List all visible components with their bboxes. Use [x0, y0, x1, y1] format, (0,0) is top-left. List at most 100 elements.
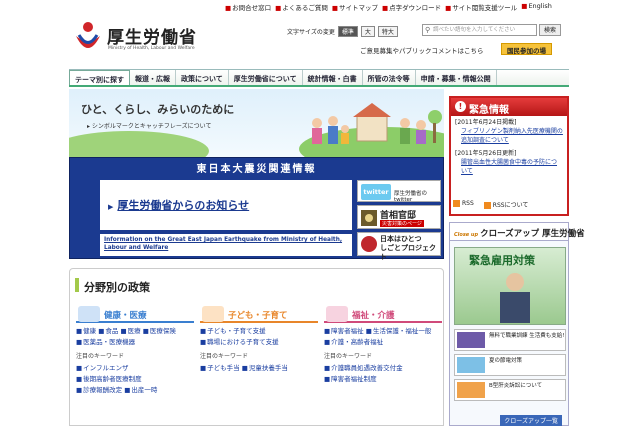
children-icon — [202, 306, 224, 322]
keyword-link[interactable]: ■診療報酬改定 — [76, 386, 122, 394]
search-button[interactable]: 検索 — [539, 24, 562, 36]
policy-column-title[interactable]: 子ども・子育て — [200, 305, 318, 323]
top-link[interactable]: ■お問合せ窓口 — [225, 2, 271, 12]
top-link[interactable]: ■サイト閲覧支援ツール — [445, 2, 517, 12]
policy-link[interactable]: ■医薬品・医療機器 — [76, 338, 135, 346]
nihon-logo-icon — [361, 236, 377, 252]
policy-column-health: 健康・医療 ■健康 ■食品 ■医療 ■医療保険 ■医薬品・医療機器 注目のキーワ… — [76, 305, 194, 396]
hero-banner: ひと、くらし、みらいのために ▸ シンボルマークとキャッチフレーズについて — [69, 89, 444, 157]
twitter-banner[interactable]: twitter 厚生労働省のtwitter — [357, 180, 441, 203]
closeup-item-training[interactable]: 無料で職業訓練 生活費も支給! — [454, 329, 566, 351]
nav-tab-statistics[interactable]: 統計情報・白書 — [303, 70, 363, 85]
keyword-link[interactable]: ■児童扶養手当 — [242, 364, 288, 372]
health-icon — [78, 306, 100, 322]
logo-subtitle: Ministry of Health, Labour and Welfare — [108, 46, 195, 51]
policy-link[interactable]: ■健康 — [76, 327, 96, 335]
emergency-info-panel: ! 緊急情報 [2011年6月24日掲載] フィブリノゲン製剤納入先医療機関の追… — [449, 96, 569, 216]
policy-title: 分野別の政策 — [84, 281, 150, 294]
hero-tagline: ひと、くらし、みらいのために — [81, 103, 235, 116]
font-size-large[interactable]: 大 — [360, 26, 375, 37]
policy-link[interactable]: ■食品 — [98, 327, 118, 335]
nav-tab-about[interactable]: 厚生労働省について — [229, 70, 303, 85]
logo-title: 厚生労働省 — [107, 28, 197, 48]
policy-link[interactable]: ■子ども・子育て支援 — [200, 327, 266, 335]
power-saving-thumbnail-icon — [457, 357, 485, 373]
closeup-title: Close up クローズアップ 厚生労働省 — [450, 223, 585, 241]
nav-tab-theme[interactable]: テーマ別に探す — [69, 70, 130, 85]
closeup-item-power[interactable]: 夏の節電対策 — [454, 354, 566, 376]
employment-banner[interactable]: 緊急雇用対策 — [454, 247, 566, 325]
keyword-label: 注目のキーワード — [324, 353, 373, 360]
top-links: ■お問合せ窓口 ■よくあるご質問 ■サイトマップ ■点字ダウンロード ■サイト閲… — [225, 2, 552, 12]
worker-photo-icon — [500, 273, 530, 323]
arrow-right-icon: ▶ — [108, 203, 114, 211]
closeup-more-button[interactable]: クローズアップ一覧 — [500, 415, 562, 426]
policy-link[interactable]: ■職場における子育て支援 — [200, 338, 279, 346]
top-link-english[interactable]: ■English — [521, 2, 552, 12]
emergency-link[interactable]: 腸管出血性大腸菌食中毒の予防について — [455, 158, 563, 176]
font-size-control: 文字サイズの変更 標準 大 特大 — [287, 26, 398, 37]
emergency-item: [2011年5月26日更新] 腸管出血性大腸菌食中毒の予防について — [451, 147, 567, 178]
ministry-notice-link[interactable]: ▶ 厚生労働省からのお知らせ — [100, 180, 352, 230]
main-nav: テーマ別に探す 報道・広報 政策について 厚生労働省について 統計情報・白書 所… — [69, 69, 569, 87]
top-link[interactable]: ■サイトマップ — [332, 2, 378, 12]
keyword-link[interactable]: ■インフルエンザ — [76, 364, 128, 372]
policy-column-title[interactable]: 福祉・介護 — [324, 305, 442, 323]
rss-link[interactable]: RSS — [453, 200, 474, 209]
kantei-emblem-icon — [361, 210, 377, 226]
family-illustration-icon — [312, 103, 442, 144]
participate-button[interactable]: 国民参加の場 — [501, 43, 552, 55]
closeup-panel: Close up クローズアップ 厚生労働省 緊急雇用対策 無料で職業訓練 生活費… — [449, 222, 585, 426]
keyword-link[interactable]: ■障害者福祉制度 — [324, 375, 377, 383]
disaster-title: 東日本大震災関連情報 — [196, 164, 317, 175]
search-input[interactable]: ⚲ 調べたい語句を入力してください — [422, 24, 537, 36]
font-size-standard[interactable]: 標準 — [337, 26, 358, 37]
keyword-link[interactable]: ■出産一時 — [124, 386, 157, 394]
policy-column-children: 子ども・子育て ■子ども・子育て支援 ■職場における子育て支援 注目のキーワード… — [200, 305, 318, 374]
keyword-label: 注目のキーワード — [200, 353, 249, 360]
disaster-info-panel: 東日本大震災関連情報 ▶ 厚生労働省からのお知らせ Information on … — [69, 157, 444, 261]
policy-link[interactable]: ■医療 — [120, 327, 140, 335]
kantei-banner[interactable]: 首相官邸 災害対策のページ — [357, 205, 441, 229]
policy-link[interactable]: ■医療保険 — [143, 327, 176, 335]
rss-icon — [453, 200, 460, 207]
site-logo[interactable]: 厚生労働省 Ministry of Health, Labour and Wel… — [73, 20, 223, 60]
training-thumbnail-icon — [457, 332, 485, 348]
emergency-link[interactable]: フィブリノゲン製剤納入先医療機関の追加調査について — [455, 127, 563, 145]
policy-column-welfare: 福祉・介護 ■障害者福祉 ■生活保護・福祉一般 ■介護・高齢者福祉 注目のキーワ… — [324, 305, 442, 385]
rss-links: RSS RSSについて — [453, 200, 528, 209]
nav-tab-press[interactable]: 報道・広報 — [130, 70, 176, 85]
hepatitis-thumbnail-icon — [457, 382, 485, 398]
english-info-link[interactable]: Information on the Great East Japan Eart… — [100, 234, 352, 256]
font-size-label: 文字サイズの変更 — [287, 29, 335, 36]
page: ■お問合せ窓口 ■よくあるご質問 ■サイトマップ ■点字ダウンロード ■サイト閲… — [65, 0, 585, 426]
top-link[interactable]: ■点字ダウンロード — [382, 2, 441, 12]
nihon-hitotsu-banner[interactable]: 日本はひとつ しごとプロジェクト — [357, 232, 441, 261]
policy-link[interactable]: ■生活保護・福祉一般 — [366, 327, 432, 335]
search-icon: ⚲ — [425, 26, 431, 34]
policy-link[interactable]: ■介護・高齢者福祉 — [324, 338, 383, 346]
keyword-link[interactable]: ■後期高齢者医療制度 — [76, 375, 142, 383]
nav-tab-policy[interactable]: 政策について — [176, 70, 229, 85]
closeup-item-hepatitis[interactable]: B型肝炎訴訟について — [454, 379, 566, 401]
keyword-link[interactable]: ■子ども手当 — [200, 364, 240, 372]
emergency-item: [2011年6月24日掲載] フィブリノゲン製剤納入先医療機関の追加調査について — [455, 119, 563, 145]
opinion-link[interactable]: ご意見募集やパブリックコメントはこちら — [360, 45, 484, 55]
twitter-bird-icon: twitter — [361, 184, 391, 200]
emergency-title: ! 緊急情報 — [451, 98, 567, 116]
keyword-link[interactable]: ■介護職員処遇改善交付金 — [324, 364, 403, 372]
nav-tab-applications[interactable]: 申請・募集・情報公開 — [416, 70, 497, 85]
welfare-icon — [326, 306, 348, 322]
hero-symbol-link[interactable]: ▸ シンボルマークとキャッチフレーズについて — [87, 121, 211, 130]
search-box: ⚲ 調べたい語句を入力してください 検索 — [422, 24, 562, 36]
rss-about-link[interactable]: RSSについて — [483, 200, 528, 209]
top-link[interactable]: ■よくあるご質問 — [275, 2, 328, 12]
policy-column-title[interactable]: 健康・医療 — [76, 305, 194, 323]
rss-icon — [483, 202, 491, 209]
ministry-logo-icon — [76, 22, 100, 48]
policy-link[interactable]: ■障害者福祉 — [324, 327, 364, 335]
nav-tab-laws[interactable]: 所管の法令等 — [363, 70, 416, 85]
font-size-xlarge[interactable]: 特大 — [377, 26, 398, 37]
alert-icon: ! — [455, 101, 466, 112]
keyword-label: 注目のキーワード — [76, 353, 125, 360]
